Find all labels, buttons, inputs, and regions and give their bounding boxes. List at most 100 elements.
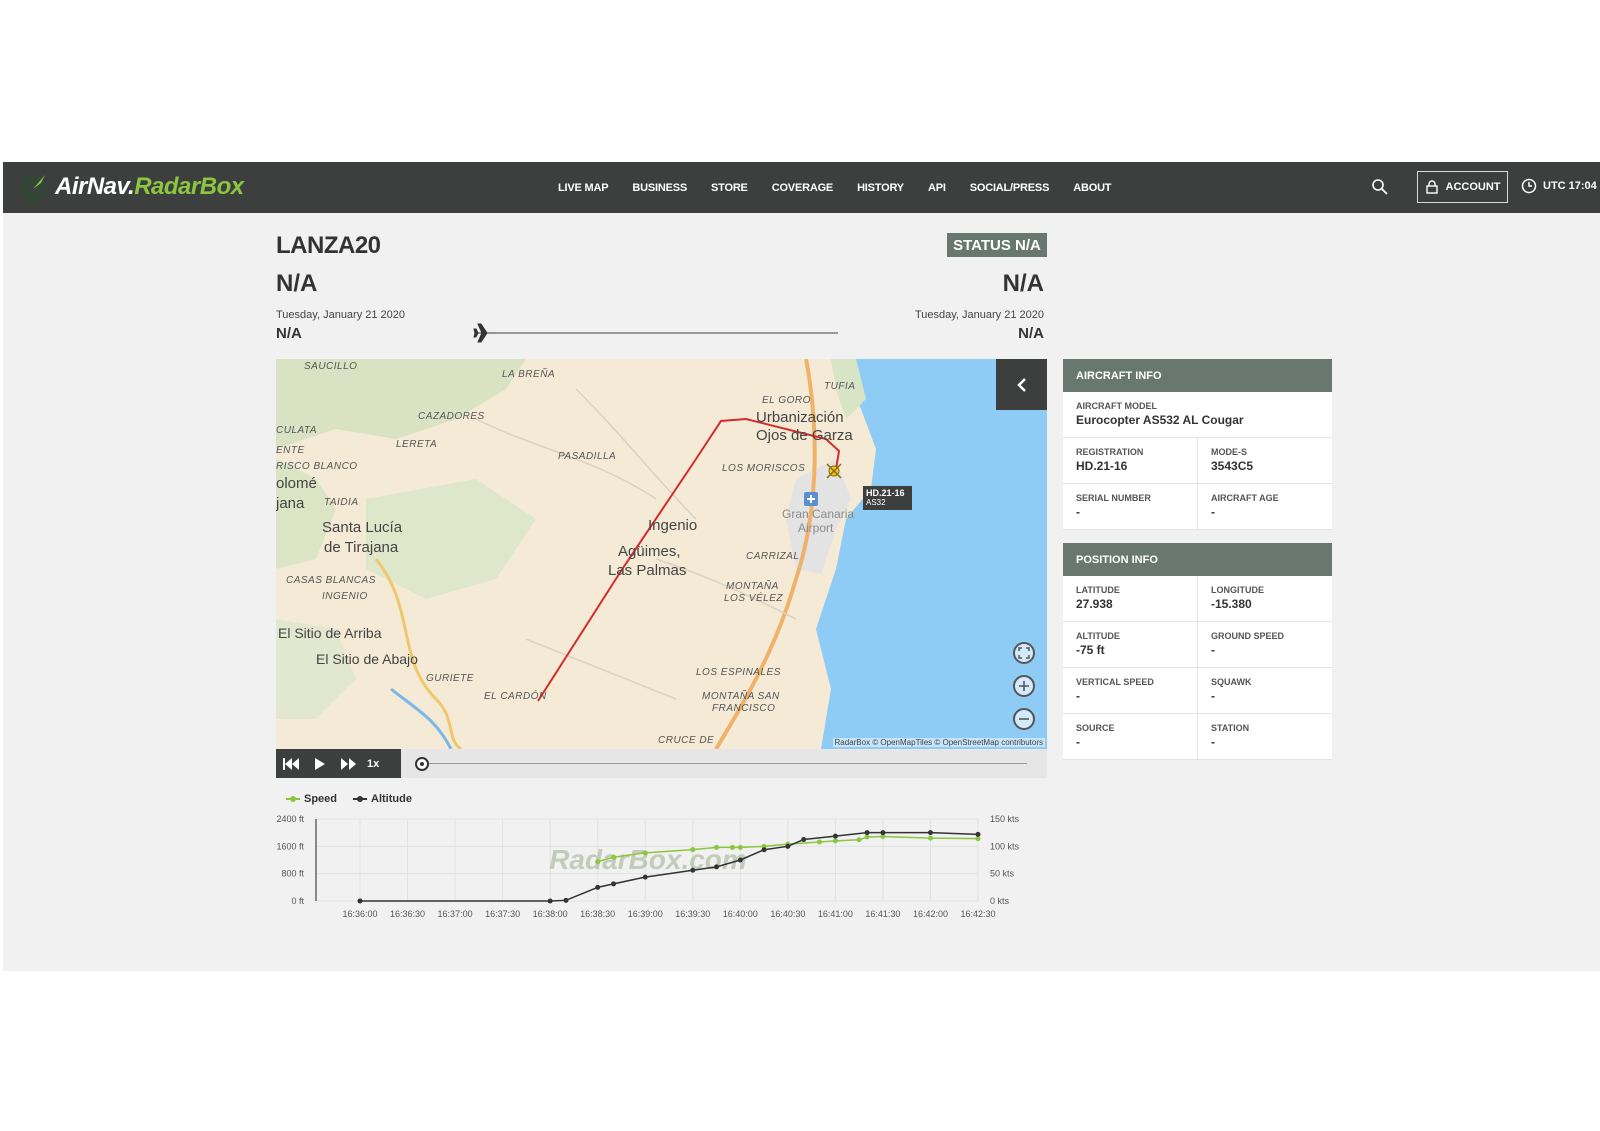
registration-value: HD.21-16 (1076, 459, 1128, 473)
map-label-el-sitio-abajo: El Sitio de Abajo (316, 651, 418, 667)
source-value: - (1076, 735, 1080, 749)
chart-point-speed (975, 836, 981, 842)
squawk-label: SQUAWK (1211, 677, 1252, 687)
longitude-label: LONGITUDE (1211, 585, 1264, 595)
skip-back-icon (282, 757, 299, 770)
chart-point-altitude (864, 830, 870, 836)
legend-altitude[interactable]: Altitude (353, 793, 412, 805)
map-label-los-moriscos: LOS MORISCOS (722, 463, 806, 474)
top-navbar: AirNav.RadarBox LIVE MAP BUSINESS STORE … (3, 162, 1600, 213)
map-label-el-goro: EL GORO (762, 395, 811, 406)
nav-business[interactable]: BUSINESS (632, 182, 687, 194)
registration-cell: REGISTRATION HD.21-16 (1063, 438, 1197, 483)
map-label-ingenio: Ingenio (648, 517, 698, 534)
playback-speed[interactable]: 1x (367, 758, 379, 770)
flight-map[interactable]: SAUCILLO LA BREÑA TUFIA EL GORO Urbaniza… (276, 359, 1047, 749)
source-cell: SOURCE - (1063, 714, 1197, 759)
chart-point-altitude (832, 833, 838, 839)
zoom-out-button[interactable] (1013, 708, 1035, 730)
map-label-montana-san: MONTAÑA SAN (702, 691, 780, 702)
chart-point-speed (611, 854, 617, 860)
chart-point-altitude (642, 874, 648, 880)
vertical-speed-label: VERTICAL SPEED (1076, 677, 1154, 687)
map-label-tufia: TUFIA (824, 381, 856, 392)
map-label-saucillo: SAUCILLO (304, 361, 358, 372)
legend-speed-swatch (286, 796, 300, 802)
nav-api[interactable]: API (928, 182, 946, 194)
logo[interactable]: AirNav.RadarBox (19, 170, 244, 204)
mode-s-label: MODE-S (1211, 447, 1247, 457)
station-cell: STATION - (1197, 714, 1332, 759)
playback-timeline[interactable] (423, 763, 1027, 764)
source-station-row: SOURCE - STATION - (1063, 714, 1332, 760)
aircraft-tag-type: AS32 (866, 498, 886, 507)
play-icon (314, 757, 325, 770)
station-label: STATION (1211, 723, 1250, 733)
chart-point-speed (714, 844, 720, 850)
aircraft-tag[interactable]: HD.21-16 AS32 (863, 486, 912, 510)
longitude-value: -15.380 (1211, 597, 1252, 611)
aircraft-model-row: AIRCRAFT MODEL Eurocopter AS532 AL Couga… (1063, 392, 1332, 438)
nav-live-map[interactable]: LIVE MAP (558, 182, 609, 194)
nav-about[interactable]: ABOUT (1073, 182, 1111, 194)
arrival-code: N/A (1002, 270, 1044, 297)
map-label-culata: CULATA (276, 425, 317, 436)
nav-history[interactable]: HISTORY (857, 182, 904, 194)
rewind-button[interactable] (276, 749, 305, 778)
speed-altitude-chart[interactable]: 2400 ft 1600 ft 800 ft 0 ft 150 kts 100 kts 50… (276, 807, 1047, 922)
map-label-el-cardon: EL CARDÓN (484, 691, 547, 702)
chart-point-speed (690, 847, 696, 853)
mode-s-cell: MODE-S 3543C5 (1197, 438, 1332, 483)
latitude-label: LATITUDE (1076, 585, 1120, 595)
departure-date: Tuesday, January 21 2020 (276, 309, 406, 321)
aircraft-age-cell: AIRCRAFT AGE - (1197, 484, 1332, 529)
map-label-francisco: FRANCISCO (712, 703, 776, 714)
utc-time: UTC 17:04 (1543, 180, 1597, 192)
map-label-jana: jana (276, 495, 305, 512)
chart-y-right-tick-label: 50 kts (990, 869, 1015, 879)
fast-forward-button[interactable] (334, 749, 363, 778)
arrival-time: N/A (1018, 325, 1044, 342)
chart-point-speed (864, 834, 870, 840)
search-icon[interactable] (1371, 178, 1389, 196)
panel-collapse-button[interactable] (996, 359, 1047, 410)
ground-speed-cell: GROUND SPEED - (1197, 622, 1332, 667)
map-label-aguimes: Agüimes, (618, 543, 681, 560)
map-label-montana: MONTAÑA (726, 581, 779, 592)
nav-store[interactable]: STORE (711, 182, 748, 194)
playback-scrubber[interactable] (415, 757, 429, 771)
nav-coverage[interactable]: COVERAGE (772, 182, 834, 194)
chart-point-speed (729, 844, 735, 850)
map-attribution[interactable]: RadarBox © OpenMapTiles © OpenStreetMap … (832, 738, 1045, 747)
chart-x-tick-label: 16:42:00 (913, 909, 948, 919)
chart-x-tick-label: 16:41:00 (818, 909, 853, 919)
legend-speed[interactable]: Speed (286, 793, 337, 805)
airplane-icon (473, 323, 495, 343)
chart-point-speed (817, 839, 823, 845)
map-label-ingenio-small: INGENIO (322, 591, 368, 602)
app-window: AirNav.RadarBox LIVE MAP BUSINESS STORE … (3, 162, 1600, 971)
squawk-value: - (1211, 689, 1215, 703)
ground-speed-value: - (1211, 643, 1215, 657)
helicopter-marker (826, 463, 842, 479)
vs-squawk-row: VERTICAL SPEED - SQUAWK - (1063, 668, 1332, 714)
fullscreen-button[interactable] (1013, 642, 1035, 664)
map-label-el-sitio-arriba: El Sitio de Arriba (278, 625, 382, 641)
legend-altitude-label: Altitude (371, 793, 412, 805)
chart-point-altitude (737, 857, 743, 863)
play-button[interactable] (305, 749, 334, 778)
aircraft-tag-registration: HD.21-16 (866, 488, 905, 498)
nav-social-press[interactable]: SOCIAL/PRESS (970, 182, 1050, 194)
chart-x-tick-label: 16:39:00 (628, 909, 663, 919)
zoom-in-button[interactable] (1013, 675, 1035, 697)
chart-point-altitude (690, 867, 696, 873)
map-label-los-espinales: LOS ESPINALES (696, 667, 781, 678)
serial-cell: SERIAL NUMBER - (1063, 484, 1197, 529)
chart-y-right-tick-label: 0 kts (990, 896, 1010, 906)
account-button[interactable]: ACCOUNT (1417, 171, 1508, 203)
chart-point-altitude (563, 897, 569, 903)
chart-x-tick-label: 16:38:00 (533, 909, 568, 919)
minus-icon (1019, 718, 1029, 720)
mode-s-value: 3543C5 (1211, 459, 1254, 473)
chart-point-altitude (714, 864, 720, 870)
